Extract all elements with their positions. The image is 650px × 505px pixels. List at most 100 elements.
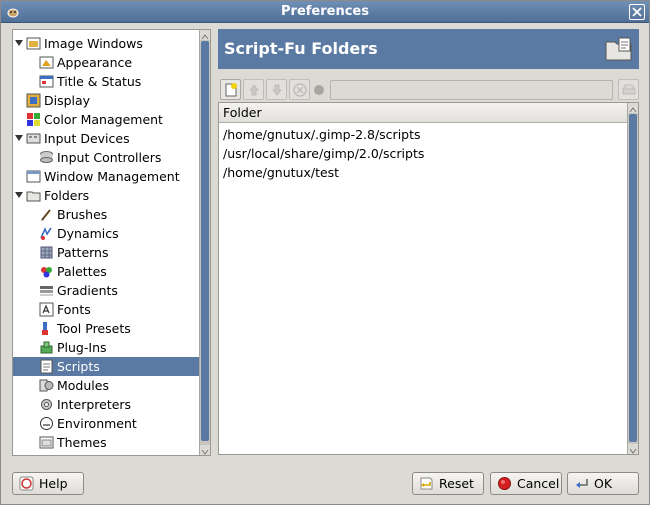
scrollbar-thumb[interactable] [629, 114, 637, 442]
tree-item-palettes[interactable]: Palettes [13, 262, 199, 281]
scripts-icon [40, 359, 53, 374]
image-windows-icon [26, 37, 41, 50]
expander-icon[interactable] [15, 192, 23, 198]
delete-icon [293, 83, 307, 97]
folder-row[interactable]: /usr/local/share/gimp/2.0/scripts [223, 144, 623, 163]
title-status-icon [39, 75, 54, 88]
tree-item-tool-presets[interactable]: Tool Presets [13, 319, 199, 338]
tree-item-themes[interactable]: Themes [13, 433, 199, 452]
brushes-icon [41, 209, 51, 221]
tree-item-label: Scripts [57, 359, 100, 374]
tree-view: Image Windows Appearance Title & Status Dis… [13, 30, 199, 455]
tree-item-gradients[interactable]: Gradients [13, 281, 199, 300]
tree-item-label: Plug-Ins [57, 340, 107, 355]
tree-item-label: Brushes [57, 207, 108, 222]
ok-label: OK [594, 476, 613, 491]
ok-button[interactable]: OK [567, 472, 639, 495]
arrow-up-icon [249, 84, 259, 96]
plug-ins-icon [40, 341, 53, 354]
tree-item-fonts[interactable]: Fonts [13, 300, 199, 319]
tree-item-label: Interpreters [57, 397, 132, 412]
interpreters-icon [41, 399, 52, 410]
scroll-up-arrow[interactable] [200, 30, 210, 40]
tree-item-modules[interactable]: Modules [13, 376, 199, 395]
tree-item-label: Environment [57, 416, 137, 431]
tree-item-label: Input Controllers [57, 150, 162, 165]
tree-item-folders[interactable]: Folders [13, 186, 199, 205]
expander-icon[interactable] [15, 135, 23, 141]
tree-item-display[interactable]: Display [13, 91, 199, 110]
tree-item-patterns[interactable]: Patterns [13, 243, 199, 262]
tree-item-label: Dynamics [57, 226, 119, 241]
preferences-dialog: Preferences Image Windows Appearance Title… [0, 0, 650, 505]
folder-row[interactable]: /home/gnutux/test [223, 163, 623, 182]
gradients-icon [40, 286, 53, 296]
tree-item-label: Folders [44, 188, 90, 203]
tree-item-label: Title & Status [57, 74, 142, 89]
tree-item-environment[interactable]: Environment [13, 414, 199, 433]
tree-item-label: Color Management [44, 112, 163, 127]
delete-folder-button[interactable] [289, 79, 310, 100]
scroll-up-arrow[interactable] [628, 103, 638, 113]
palettes-icon [41, 267, 52, 278]
folder-list-scrollbar[interactable] [627, 103, 638, 454]
reset-icon [420, 477, 433, 490]
window-title: Preferences [281, 4, 369, 19]
modules-icon [39, 379, 54, 392]
tree-item-label: Window Management [44, 169, 180, 184]
tree-item-dynamics[interactable]: Dynamics [13, 224, 199, 243]
cancel-button[interactable]: Cancel [490, 472, 562, 495]
window-management-icon [26, 170, 41, 183]
tree-item-label: Themes [57, 435, 107, 450]
tree-item-label: Patterns [57, 245, 109, 260]
category-tree: Image Windows Appearance Title & Status Dis… [12, 29, 211, 456]
tree-item-window-management[interactable]: Window Management [13, 167, 199, 186]
themes-icon [39, 436, 54, 449]
move-down-button[interactable] [266, 79, 287, 100]
cancel-label: Cancel [517, 476, 560, 491]
folder-list: Folder /home/gnutux/.gimp-2.8/scripts/us… [218, 102, 639, 455]
folder-path-input[interactable] [330, 80, 613, 100]
tree-item-input-devices[interactable]: Input Devices [13, 129, 199, 148]
tree-item-label: Appearance [57, 55, 133, 70]
reset-button[interactable]: Reset [412, 472, 484, 495]
tree-item-appearance[interactable]: Appearance [13, 53, 199, 72]
tree-item-label: Gradients [57, 283, 118, 298]
page-title: Script-Fu Folders [224, 39, 378, 58]
tree-item-interpreters[interactable]: Interpreters [13, 395, 199, 414]
scroll-down-arrow[interactable] [200, 445, 210, 455]
folder-row[interactable]: /home/gnutux/.gimp-2.8/scripts [223, 125, 623, 144]
tree-item-label: Display [44, 93, 91, 108]
tree-scrollbar[interactable] [199, 30, 210, 455]
writable-status-icon [314, 85, 324, 95]
scrollbar-thumb[interactable] [201, 41, 209, 441]
tree-item-image-windows[interactable]: Image Windows [13, 34, 199, 53]
display-icon [26, 93, 41, 108]
help-button[interactable]: Help [12, 472, 84, 495]
appearance-icon [39, 56, 54, 69]
folder-toolbar [218, 79, 639, 101]
help-icon [19, 476, 34, 491]
tree-item-input-controllers[interactable]: Input Controllers [13, 148, 199, 167]
new-document-icon [225, 83, 237, 97]
tree-item-scripts[interactable]: Scripts [13, 357, 199, 376]
tree-item-title-status[interactable]: Title & Status [13, 72, 199, 91]
arrow-down-icon [272, 84, 282, 96]
title-bar[interactable]: Preferences [1, 1, 649, 23]
tool-presets-icon [42, 322, 48, 335]
tree-item-plug-ins[interactable]: Plug-Ins [13, 338, 199, 357]
scroll-down-arrow[interactable] [628, 444, 638, 454]
move-up-button[interactable] [243, 79, 264, 100]
tree-item-color-management[interactable]: Color Management [13, 110, 199, 129]
close-button[interactable] [629, 4, 645, 20]
tree-item-label: Fonts [57, 302, 91, 317]
tree-item-label: Modules [57, 378, 109, 393]
tree-item-brushes[interactable]: Brushes [13, 205, 199, 224]
new-folder-button[interactable] [220, 79, 241, 100]
folder-column-header[interactable]: Folder [219, 103, 627, 123]
chevron-down-icon [629, 448, 637, 454]
ok-icon [576, 479, 588, 488]
browse-button[interactable] [618, 79, 639, 100]
expander-icon[interactable] [15, 40, 23, 46]
chevron-down-icon [201, 449, 209, 455]
